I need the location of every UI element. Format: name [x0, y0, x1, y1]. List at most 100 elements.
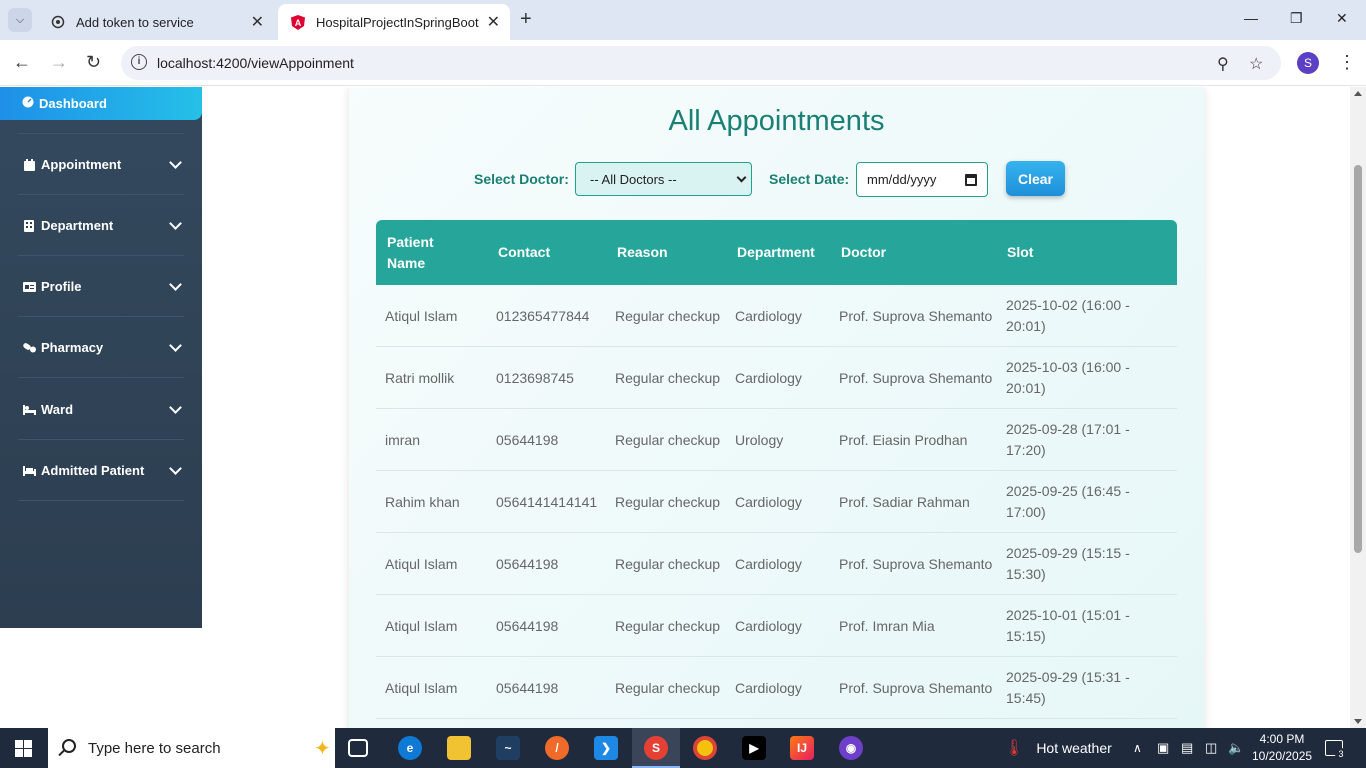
- table-cell: Cardiology: [735, 307, 802, 324]
- browser-menu-icon[interactable]: ⋮: [1338, 52, 1356, 73]
- table-cell: Regular checkup: [615, 493, 721, 510]
- weather-text: Hot weather: [1036, 740, 1112, 756]
- mysql-workbench-icon[interactable]: ~: [496, 736, 520, 760]
- date-input[interactable]: mm/dd/yyyy: [856, 162, 988, 197]
- doctor-filter-label: Select Doctor:: [474, 171, 569, 187]
- table-cell: 05644198: [496, 617, 559, 634]
- scroll-down-arrow-icon[interactable]: [1354, 719, 1362, 724]
- table-cell: Regular checkup: [615, 431, 721, 448]
- angular-icon: A: [290, 14, 306, 30]
- zoom-icon[interactable]: ⚲: [1217, 54, 1229, 74]
- minimize-icon[interactable]: —: [1244, 10, 1258, 26]
- table-body: Atiqul Islam 012365477844 Regular checkup C…: [376, 285, 1177, 719]
- scrollbar-thumb[interactable]: [1354, 165, 1362, 553]
- id-card-icon: [22, 281, 36, 293]
- page-title: All Appointments: [668, 105, 885, 137]
- reload-icon[interactable]: ↻: [86, 52, 101, 73]
- sidebar-item-appointment[interactable]: Appointment: [0, 134, 202, 195]
- column-header: Reason: [617, 244, 668, 260]
- scroll-up-arrow-icon[interactable]: [1354, 91, 1362, 96]
- sidebar-item-label: Pharmacy: [41, 340, 104, 355]
- column-header: Slot: [1007, 244, 1034, 260]
- sidebar-item-profile[interactable]: Profile: [0, 256, 202, 317]
- back-arrow-icon[interactable]: ←: [13, 52, 31, 73]
- sidebar-item-pharmacy[interactable]: Pharmacy: [0, 317, 202, 378]
- table-cell: Regular checkup: [615, 307, 721, 324]
- taskbar-clock[interactable]: 4:00 PM 10/20/2025: [1252, 731, 1312, 765]
- tray-volume-icon[interactable]: 🔈: [1228, 728, 1244, 768]
- browser-tab-2[interactable]: A HospitalProjectInSpringBoot ✕: [278, 4, 510, 40]
- sidebar-item-label: Dashboard: [39, 96, 107, 111]
- table-cell: Urology: [735, 431, 784, 448]
- taskbar-search-placeholder: Type here to search: [88, 739, 221, 757]
- doctor-select[interactable]: -- All Doctors --: [575, 162, 752, 196]
- chevron-down-icon: [169, 217, 182, 230]
- table-cell: 0564141414141: [496, 493, 598, 510]
- browser-tab-1[interactable]: Add token to service ✕: [38, 4, 274, 40]
- table-cell: Rahim khan: [385, 493, 460, 510]
- sidebar-item-label: Admitted Patient: [41, 463, 145, 478]
- calendar-icon: [22, 158, 36, 171]
- chrome-profile-icon[interactable]: S: [644, 736, 668, 760]
- hospital-bed-icon: [22, 465, 36, 477]
- clear-button[interactable]: Clear: [1006, 161, 1065, 196]
- tray-device-icon[interactable]: ▣: [1157, 728, 1169, 768]
- tray-battery-icon[interactable]: ◫: [1205, 728, 1217, 768]
- close-tab-icon[interactable]: ✕: [487, 12, 500, 32]
- close-window-icon[interactable]: ✕: [1336, 10, 1348, 27]
- taskbar-search-input[interactable]: Type here to search ✦: [48, 728, 335, 768]
- table-cell: 2025-10-01 (15:01 - 15:15): [1006, 607, 1130, 644]
- url-field[interactable]: i localhost:4200/viewAppoinment ⚲ ☆: [121, 46, 1281, 80]
- chevron-down-icon: [169, 156, 182, 169]
- table-cell: Cardiology: [735, 555, 802, 572]
- browser-tab-title: HospitalProjectInSpringBoot: [316, 14, 479, 30]
- table-cell: 2025-09-29 (15:31 - 15:45): [1006, 669, 1130, 706]
- column-header: Patient Name: [387, 233, 434, 271]
- table-cell: Cardiology: [735, 679, 802, 696]
- sidebar-item-dashboard[interactable]: Dashboard: [0, 87, 202, 120]
- table-cell: Atiqul Islam: [385, 679, 458, 696]
- intellij-icon[interactable]: IJ: [790, 736, 814, 760]
- video-app-icon[interactable]: ▶: [742, 736, 766, 760]
- page-scrollbar[interactable]: [1350, 87, 1366, 728]
- url-text: localhost:4200/viewAppoinment: [157, 55, 354, 71]
- edge-icon[interactable]: e: [398, 736, 422, 760]
- site-info-icon[interactable]: i: [131, 54, 147, 70]
- forward-arrow-icon[interactable]: →: [50, 52, 68, 73]
- table-row: Atiqul Islam 05644198 Regular checkup Cardi…: [376, 595, 1177, 657]
- calendar-icon[interactable]: [965, 174, 977, 186]
- table-cell: 05644198: [496, 679, 559, 696]
- weather-widget[interactable]: 🌡 Hot weather: [1004, 728, 1112, 768]
- chevron-down-icon: [169, 462, 182, 475]
- file-explorer-icon[interactable]: [447, 736, 471, 760]
- task-view-icon[interactable]: [348, 739, 368, 757]
- doctor-select-value: -- All Doctors --: [590, 171, 677, 187]
- new-tab-icon[interactable]: +: [520, 8, 532, 31]
- sidebar-item-ward[interactable]: Ward: [0, 379, 202, 440]
- restore-icon[interactable]: ❐: [1290, 10, 1303, 27]
- sidebar-item-department[interactable]: Department: [0, 195, 202, 256]
- chevron-down-icon: [169, 278, 182, 291]
- tray-network-icon[interactable]: ▤: [1181, 728, 1193, 768]
- browser-tab-title: Add token to service: [76, 14, 194, 30]
- windows-start-icon[interactable]: [15, 740, 32, 757]
- chevron-down-icon: [736, 172, 747, 183]
- close-tab-icon[interactable]: ✕: [251, 12, 264, 32]
- bookmark-star-icon[interactable]: ☆: [1249, 54, 1263, 74]
- github-desktop-icon[interactable]: ◉: [839, 736, 863, 760]
- building-icon: [22, 219, 36, 232]
- sidebar-item-admitted-patient[interactable]: Admitted Patient: [0, 440, 202, 501]
- chrome-icon[interactable]: [693, 736, 717, 760]
- sidebar-divider: [18, 377, 184, 378]
- table-cell: Cardiology: [735, 369, 802, 386]
- tab-search-button[interactable]: ⌵: [8, 8, 32, 32]
- profile-avatar[interactable]: S: [1297, 52, 1319, 74]
- tray-chevron-up-icon[interactable]: ∧: [1133, 728, 1142, 768]
- search-icon: [62, 739, 76, 753]
- vscode-icon[interactable]: ❯: [594, 736, 618, 760]
- table-cell: Prof. Suprova Shemanto: [839, 679, 993, 696]
- table-row: Atiqul Islam 012365477844 Regular checkup C…: [376, 285, 1177, 347]
- table-cell: Prof. Suprova Shemanto: [839, 369, 993, 386]
- postman-icon[interactable]: /: [545, 736, 569, 760]
- table-row: Atiqul Islam 05644198 Regular checkup Cardi…: [376, 533, 1177, 595]
